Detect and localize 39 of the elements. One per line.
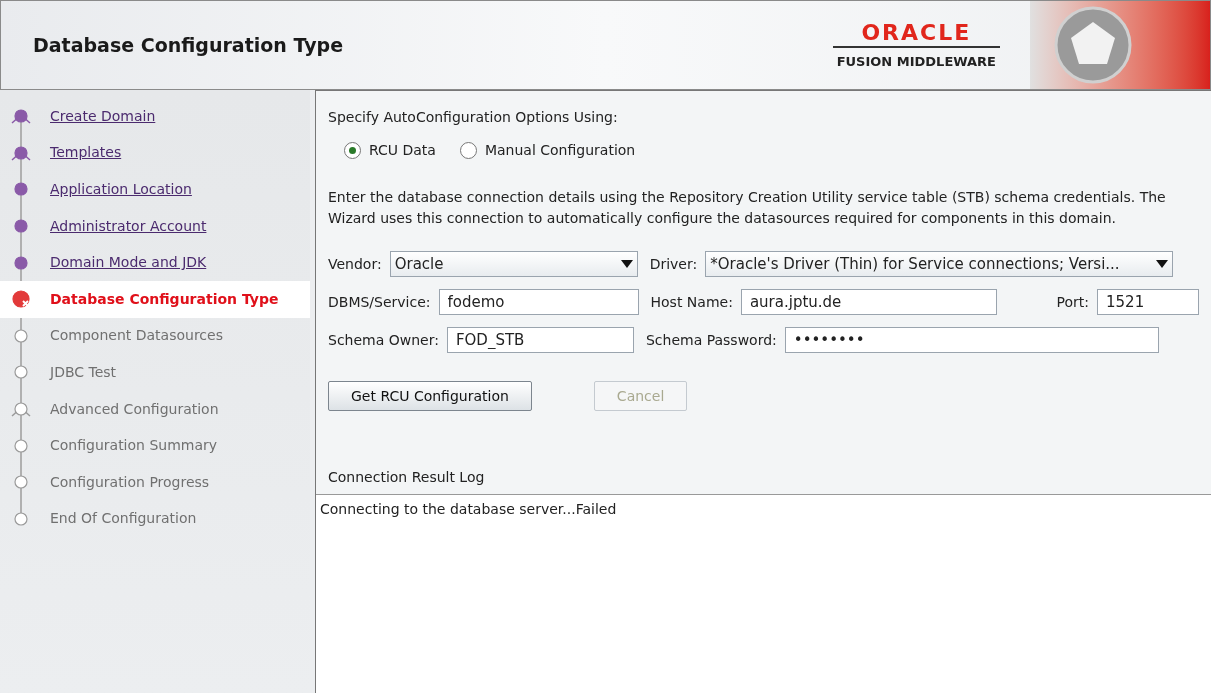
wizard-step[interactable]: Templates xyxy=(0,134,310,172)
field-label: DBMS/Service: xyxy=(328,292,431,312)
field-label: Vendor: xyxy=(328,254,382,274)
dropdown[interactable]: Oracle xyxy=(389,251,638,277)
dropdown[interactable]: *Oracle's Driver (Thin) for Service connections; Versi... xyxy=(705,251,1174,277)
schema-owner-field[interactable]: FOD_STB xyxy=(446,327,634,353)
port-field[interactable]: 1521 xyxy=(1097,289,1199,315)
field-label: Driver: xyxy=(649,254,698,274)
radio-option[interactable]: Manual Configuration xyxy=(459,140,636,161)
get-configuration-button[interactable]: Get RCU Configuration xyxy=(328,381,532,411)
options-label: Specify AutoConfiguration Options Using: xyxy=(328,108,619,127)
log-line: Connecting to the database server...Failed xyxy=(320,500,618,519)
wizard-step[interactable]: Advanced Configuration xyxy=(0,390,310,428)
log-label: Connection Result Log xyxy=(328,468,486,487)
wizard-step[interactable]: Configuration Progress xyxy=(0,463,310,501)
error-step-icon xyxy=(10,288,32,311)
wizard-step[interactable]: Application Location xyxy=(0,171,310,208)
wizard-step[interactable]: Domain Mode and JDK xyxy=(0,244,310,281)
schema-password-field[interactable]: •••••••• xyxy=(784,327,1159,353)
radio-option[interactable]: RCU Data xyxy=(344,140,436,161)
host-name-field[interactable]: aura.jptu.de xyxy=(740,289,997,315)
wizard-step[interactable]: Configuration Summary xyxy=(0,427,310,464)
dbms-service-field[interactable]: fodemo xyxy=(438,289,639,315)
wizard-step[interactable]: End Of Configuration xyxy=(0,500,310,538)
field-label: Port: xyxy=(1056,292,1089,312)
field-label: Host Name: xyxy=(650,292,733,312)
dropdown-arrow-icon xyxy=(620,260,633,268)
wizard-step[interactable]: Component Datasources xyxy=(0,317,310,355)
wizard-step[interactable]: Create Domain xyxy=(0,98,310,135)
field-label: Schema Owner: xyxy=(328,330,439,350)
wizard-step[interactable]: Database Configuration Type xyxy=(0,280,310,318)
oracle-logo: ORACLE FUSION MIDDLEWARE xyxy=(832,18,1000,72)
wizard-step[interactable]: JDBC Test xyxy=(0,354,310,391)
field-label: Schema Password: xyxy=(645,330,777,350)
description-text: Enter the database connection details using the Repository Creation Utility service table (STB) schema credentials. The Wizard uses this connection to automatically configure the datasources required for components in this domain. xyxy=(328,188,1167,228)
wizard-step[interactable]: Administrator Account xyxy=(0,207,310,245)
dropdown-arrow-icon xyxy=(1156,260,1169,268)
page-title: Database Configuration Type xyxy=(33,32,345,58)
pentagon-emblem-icon xyxy=(1054,6,1132,84)
